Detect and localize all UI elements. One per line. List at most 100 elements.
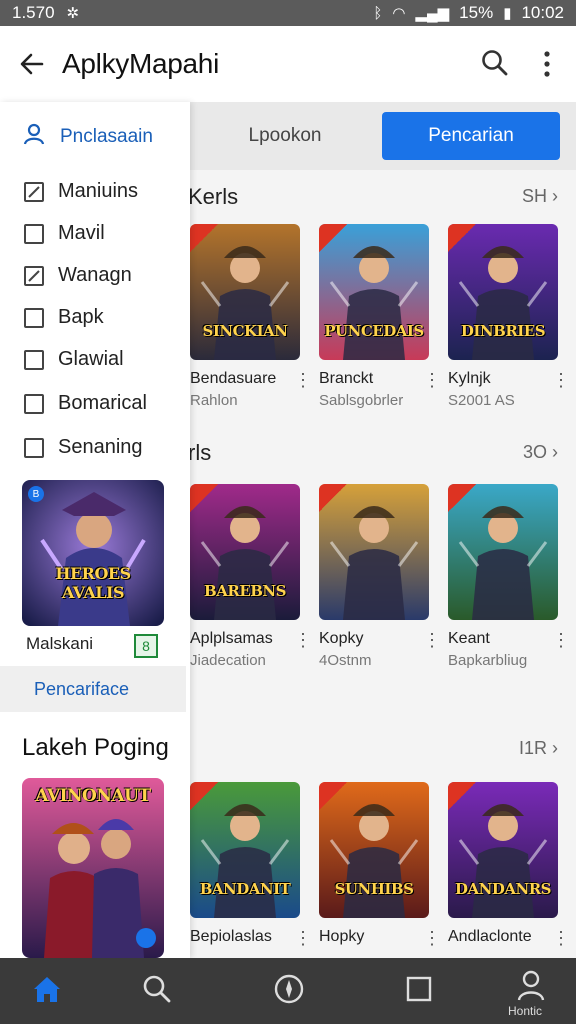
drawer-item[interactable]: Senaning	[24, 436, 143, 459]
game-subtitle: Bapkarbliug	[448, 652, 528, 669]
section-title: rls	[188, 440, 212, 465]
game-cover-art[interactable]	[448, 484, 558, 620]
game-subtitle: Jiadecation	[190, 652, 266, 669]
back-arrow-icon[interactable]	[16, 48, 48, 80]
drawer-item-label: Maniuins	[58, 180, 139, 202]
more-vert-icon[interactable]	[534, 48, 560, 80]
game-cover-art[interactable]: SUNHIBS	[319, 782, 429, 918]
drawer-item[interactable]: Maniuins	[24, 180, 138, 203]
game-card[interactable]: Keant Bapkarbliug ⋮	[448, 484, 570, 669]
game-title: Kopky	[319, 630, 364, 647]
tab-lpookon[interactable]: Lpookon	[200, 112, 370, 160]
drawer-item[interactable]: Wanagn	[24, 264, 132, 287]
new-badge-icon	[448, 782, 476, 810]
game-card[interactable]: DINBRIES Kylnjk S2001 AS ⋮	[448, 224, 570, 409]
game-cover-art[interactable]: BAREBNS	[190, 484, 300, 620]
drawer-item[interactable]: Bomarical	[24, 392, 147, 415]
game-title: Branckt	[319, 370, 374, 387]
app-title: AplkyMapahi	[62, 48, 220, 79]
user-icon	[22, 122, 46, 151]
game-card[interactable]: BANDANIT Bepiolaslas ⋮	[190, 782, 312, 948]
card-overflow-icon[interactable]: ⋮	[294, 370, 312, 391]
drawer-link-pencariface[interactable]: Pencariface	[0, 666, 186, 712]
cover-title-text: PUNCEDAIS	[324, 322, 424, 340]
profile-icon[interactable]	[514, 968, 548, 1002]
game-card[interactable]: Kopky 4Ostnm ⋮	[319, 484, 441, 669]
cover-title-text: DANDANRS	[454, 880, 552, 898]
tab-pencarian[interactable]: Pencarian	[382, 112, 560, 160]
checkbox-icon[interactable]	[24, 393, 44, 414]
game-title: Bepiolaslas	[190, 928, 272, 945]
notification-icon: ✲	[66, 5, 80, 22]
new-badge-icon	[190, 484, 218, 512]
game-cover-art[interactable]: SINCKIAN	[190, 224, 300, 360]
status-time-left: 1.570	[12, 3, 55, 22]
see-more-link[interactable]: 3O ›	[523, 442, 558, 463]
game-card[interactable]: SINCKIAN Bendasuare Rahlon ⋮	[190, 224, 312, 409]
card-overflow-icon[interactable]: ⋮	[423, 630, 441, 651]
wifi-icon: ◠	[392, 5, 406, 22]
game-title: Hopky	[319, 928, 365, 945]
cover-title-text: DINBRIES	[460, 322, 546, 340]
see-more-link[interactable]: SH ›	[522, 186, 558, 207]
checkbox-icon[interactable]	[24, 349, 44, 370]
game-title: Andlaclonte	[448, 928, 532, 945]
library-icon[interactable]	[402, 972, 436, 1006]
game-cover-art[interactable]: DANDANRS	[448, 782, 558, 918]
drawer-header[interactable]: Pnclasaain	[22, 122, 153, 151]
cover-title-text: BAREBNS	[204, 582, 286, 600]
promo-name: Malskani	[26, 634, 94, 653]
checkbox-checked-icon[interactable]	[24, 181, 44, 202]
game-card[interactable]: PUNCEDAIS Branckt Sablsgobrler ⋮	[319, 224, 441, 409]
game-card[interactable]: BAREBNS Aplplsamas Jiadecation ⋮	[190, 484, 312, 669]
checkbox-icon[interactable]	[24, 223, 44, 244]
promo-badge: 8	[134, 634, 158, 658]
b-badge-icon: B	[28, 486, 44, 502]
checkbox-icon[interactable]	[24, 307, 44, 328]
new-badge-icon	[448, 224, 476, 252]
card-overflow-icon[interactable]: ⋮	[294, 928, 312, 949]
home-icon[interactable]	[30, 972, 64, 1006]
battery-percent: 15%	[459, 3, 494, 22]
new-badge-icon	[190, 224, 218, 252]
game-cover-art[interactable]	[319, 484, 429, 620]
status-bar: 1.570 ✲ ᛒ ◠ ▂▄▆ 15% ▮ 10:02	[0, 0, 576, 26]
card-overflow-icon[interactable]: ⋮	[552, 370, 570, 391]
promo-game-art[interactable]: HEROES AVALIS B	[22, 480, 164, 626]
app-bar: AplkyMapahi	[0, 26, 576, 102]
card-overflow-icon[interactable]: ⋮	[552, 630, 570, 651]
card-overflow-icon[interactable]: ⋮	[423, 370, 441, 391]
drawer-item-label: Glawial	[58, 348, 124, 370]
drawer-item-label: Senaning	[58, 436, 143, 458]
drawer-item[interactable]: Bapk	[24, 306, 104, 329]
cover-title-text: SUNHIBS	[334, 880, 414, 898]
new-badge-icon	[319, 224, 347, 252]
new-badge-icon	[319, 484, 347, 512]
game-subtitle: Rahlon	[190, 392, 238, 409]
checkbox-icon[interactable]	[24, 437, 44, 458]
checkbox-checked-icon[interactable]	[24, 265, 44, 286]
drawer-item-label: Bomarical	[58, 392, 147, 414]
game-card[interactable]: DANDANRS Andlaclonte ⋮	[448, 782, 570, 948]
battery-icon: ▮	[503, 5, 512, 22]
search-icon[interactable]	[480, 48, 510, 78]
card-overflow-icon[interactable]: ⋮	[423, 928, 441, 949]
card-overflow-icon[interactable]: ⋮	[552, 928, 570, 949]
game-title: Aplplsamas	[190, 630, 273, 647]
drawer-item[interactable]: Mavil	[24, 222, 105, 245]
drawer-art-text: AVINONAUT	[35, 786, 151, 806]
card-overflow-icon[interactable]: ⋮	[294, 630, 312, 651]
section-title: Kerls	[188, 184, 239, 209]
compass-icon[interactable]	[272, 972, 306, 1006]
drawer-item-label: Wanagn	[58, 264, 132, 286]
drawer-item[interactable]: Glawial	[24, 348, 124, 371]
game-card[interactable]: SUNHIBS Hopky ⋮	[319, 782, 441, 948]
game-cover-art[interactable]: PUNCEDAIS	[319, 224, 429, 360]
signal-icon: ▂▄▆	[415, 5, 450, 22]
search-nav-icon[interactable]	[140, 972, 174, 1006]
promo-art-text: HEROES AVALIS	[55, 564, 131, 602]
drawer-featured-art[interactable]: AVINONAUT	[22, 778, 164, 958]
see-more-link[interactable]: I1R ›	[519, 738, 558, 759]
game-cover-art[interactable]: BANDANIT	[190, 782, 300, 918]
game-cover-art[interactable]: DINBRIES	[448, 224, 558, 360]
